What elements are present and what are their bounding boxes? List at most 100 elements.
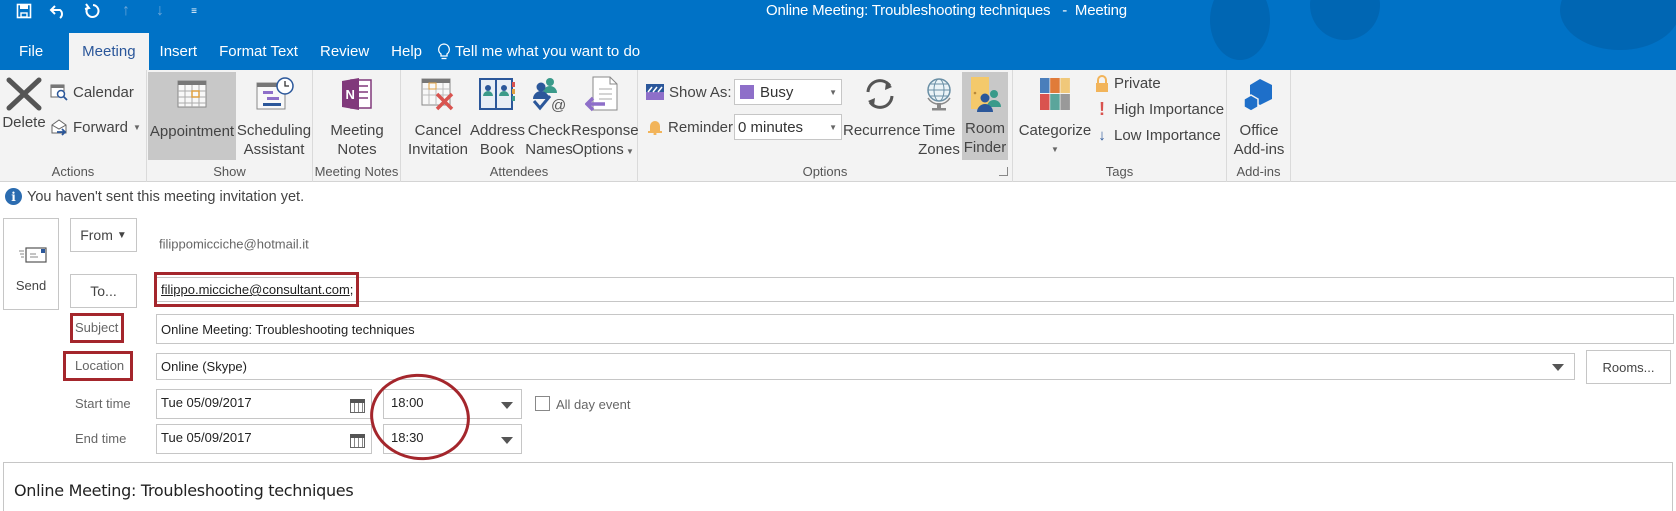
- tab-format-text[interactable]: Format Text: [208, 33, 309, 70]
- calendar-picker-icon[interactable]: [350, 434, 365, 448]
- calendar-button[interactable]: Calendar: [50, 80, 134, 104]
- time-zones-label-1: Time: [922, 122, 956, 139]
- room-finder-label-2: Finder: [963, 139, 1007, 156]
- reminder-dropdown[interactable]: 0 minutes ▼: [734, 114, 842, 140]
- forward-label: Forward: [73, 118, 129, 136]
- scheduling-label-1: Scheduling: [236, 122, 312, 139]
- to-button[interactable]: To...: [70, 274, 137, 308]
- high-importance-button[interactable]: ! High Importance: [1095, 97, 1224, 121]
- background-decoration: [1210, 0, 1270, 60]
- exclamation-icon: !: [1099, 98, 1105, 119]
- customize-qat-icon[interactable]: ≡: [184, 1, 204, 21]
- start-time-label: Start time: [75, 396, 131, 411]
- delete-label: Delete: [2, 114, 46, 131]
- categorize-label: Categorize: [1018, 122, 1092, 139]
- group-label-meeting-notes: Meeting Notes: [314, 164, 399, 179]
- chevron-down-icon: ▼: [1051, 145, 1059, 154]
- redo-icon[interactable]: [82, 1, 102, 21]
- address-book-button[interactable]: Address Book: [470, 72, 525, 160]
- tab-help[interactable]: Help: [380, 33, 433, 70]
- recurrence-label: Recurrence: [843, 122, 921, 139]
- ribbon-tabs: File Meeting Insert Format Text Review H…: [0, 33, 640, 70]
- reminder-value: 0 minutes: [738, 118, 804, 136]
- send-button[interactable]: Send: [3, 218, 59, 310]
- meeting-notes-label-2: Notes: [337, 141, 377, 158]
- low-importance-button[interactable]: ↓ Low Importance: [1095, 123, 1221, 147]
- categorize-icon: [1017, 72, 1093, 116]
- group-tags: Categorize ▼ Private ! High Importance ↓…: [1013, 70, 1227, 182]
- address-book-label-2: Book: [479, 141, 515, 158]
- chevron-down-icon: ▼: [829, 123, 837, 132]
- tab-review[interactable]: Review: [309, 33, 380, 70]
- scheduling-assistant-button[interactable]: Scheduling Assistant: [236, 72, 312, 160]
- chevron-down-icon[interactable]: [1552, 364, 1564, 371]
- chevron-down-icon: [501, 437, 513, 444]
- annotation-highlight: [70, 313, 124, 343]
- from-button[interactable]: From ▼: [70, 218, 137, 252]
- group-label-attendees: Attendees: [489, 164, 549, 179]
- cancel-invitation-icon: [406, 72, 470, 116]
- cancel-invitation-button[interactable]: Cancel Invitation: [406, 72, 470, 160]
- reminder-label: Reminder:: [668, 118, 738, 136]
- location-input[interactable]: Online (Skype): [156, 353, 1575, 380]
- show-as-dropdown[interactable]: Busy ▼: [734, 79, 842, 105]
- tell-me-search[interactable]: Tell me what you want to do: [437, 33, 640, 70]
- office-addins-label-1: Office: [1239, 122, 1279, 139]
- group-label-options: Options: [802, 164, 848, 179]
- private-button[interactable]: Private: [1095, 71, 1161, 95]
- room-finder-button[interactable]: Room Finder: [962, 72, 1008, 160]
- lock-icon: [1096, 74, 1108, 92]
- check-names-label-1: Check: [527, 122, 571, 139]
- annotation-highlight: [63, 351, 133, 381]
- delete-button[interactable]: Delete: [2, 72, 46, 160]
- response-options-button[interactable]: Response Options ▼: [571, 72, 639, 160]
- send-label: Send: [15, 278, 47, 293]
- group-label-show: Show: [213, 164, 246, 179]
- previous-item-icon[interactable]: ↑: [116, 1, 136, 21]
- end-date-input[interactable]: Tue 05/09/2017: [156, 424, 372, 454]
- send-envelope-icon: [19, 247, 47, 263]
- window-title: Online Meeting: Troubleshooting techniqu…: [766, 2, 1127, 19]
- cancel-invitation-label-1: Cancel: [414, 122, 462, 139]
- save-icon[interactable]: [14, 1, 34, 21]
- bell-icon: [648, 121, 662, 135]
- scheduling-clock-icon: [236, 72, 312, 116]
- address-book-icon: [470, 72, 524, 116]
- check-names-label-2: Names: [525, 141, 573, 158]
- chevron-down-icon: ▼: [133, 122, 141, 132]
- start-date-input[interactable]: Tue 05/09/2017: [156, 389, 372, 419]
- tab-insert[interactable]: Insert: [149, 33, 209, 70]
- office-addins-icon: [1229, 72, 1289, 116]
- subject-input[interactable]: Online Meeting: Troubleshooting techniqu…: [156, 314, 1674, 344]
- appointment-button[interactable]: Appointment: [148, 72, 236, 160]
- recurrence-button[interactable]: Recurrence: [843, 72, 921, 160]
- svg-text:@: @: [551, 97, 566, 112]
- end-date-value: Tue 05/09/2017: [161, 430, 252, 445]
- categorize-button[interactable]: Categorize ▼: [1017, 72, 1093, 160]
- show-as-label: Show As:: [669, 83, 732, 101]
- undo-icon[interactable]: [48, 1, 68, 21]
- rooms-button[interactable]: Rooms...: [1586, 350, 1671, 384]
- busy-color-swatch: [740, 85, 754, 99]
- forward-button[interactable]: Forward ▼: [50, 115, 141, 139]
- time-zones-button[interactable]: Time Zones: [917, 72, 961, 160]
- tab-file[interactable]: File: [0, 33, 64, 70]
- office-addins-button[interactable]: Office Add-ins: [1229, 72, 1289, 160]
- check-names-button[interactable]: @ Check Names: [524, 72, 574, 160]
- low-importance-label: Low Importance: [1114, 126, 1221, 144]
- show-as-label-wrap: Show As:: [646, 80, 732, 104]
- annotation-highlight: [154, 272, 359, 307]
- group-attendees: Cancel Invitation Address Book @ Check N…: [401, 70, 639, 182]
- group-label-actions: Actions: [51, 164, 95, 179]
- message-body[interactable]: Online Meeting: Troubleshooting techniqu…: [3, 462, 1673, 511]
- reminder-label-wrap: Reminder:: [647, 115, 737, 139]
- to-field[interactable]: filippo.micciche@consultant.com;: [156, 277, 1674, 302]
- tab-meeting[interactable]: Meeting: [69, 33, 149, 70]
- calendar-picker-icon[interactable]: [350, 399, 365, 413]
- info-bar: i You haven't sent this meeting invitati…: [5, 188, 304, 205]
- all-day-checkbox[interactable]: [535, 396, 550, 411]
- next-item-icon[interactable]: ↓: [150, 1, 170, 21]
- from-value: filippomicciche@hotmail.it: [159, 236, 309, 252]
- meeting-notes-button[interactable]: N Meeting Notes: [317, 72, 397, 160]
- time-zones-label-2: Zones: [918, 141, 960, 158]
